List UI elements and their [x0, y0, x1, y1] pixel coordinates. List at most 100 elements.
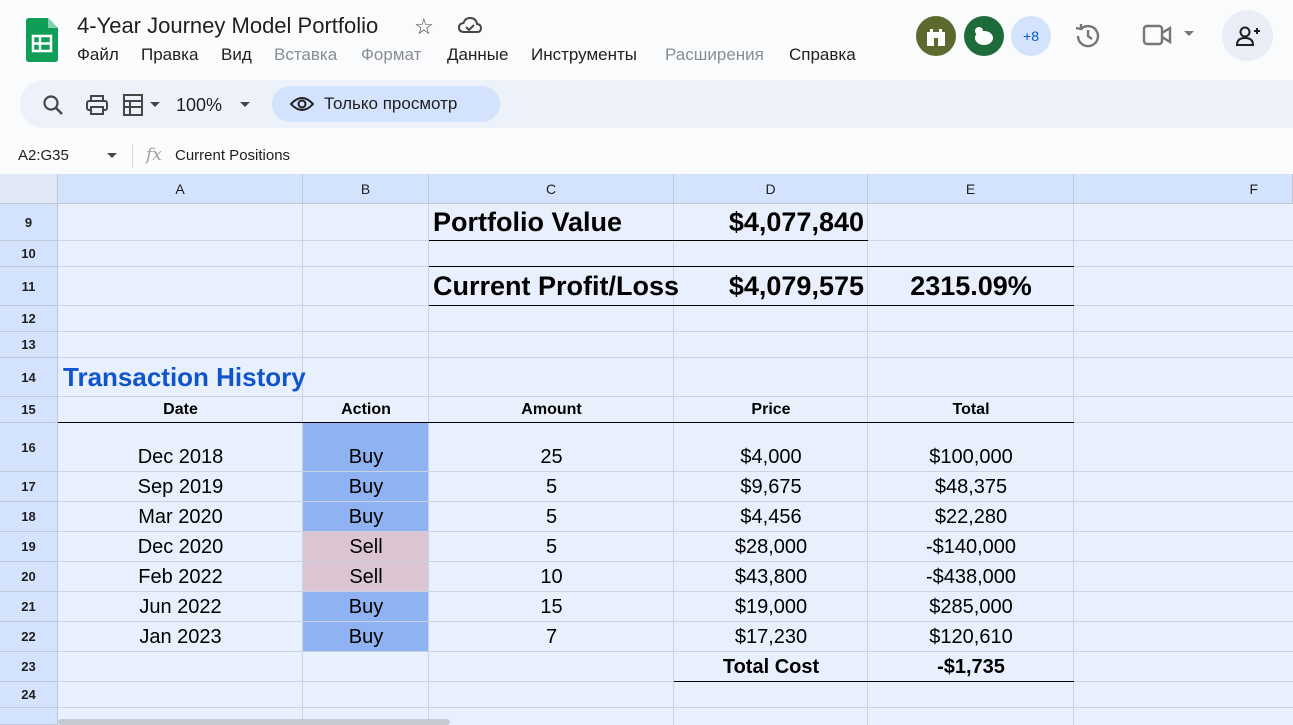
table-cell-price[interactable]: $4,000 [674, 442, 868, 472]
more-users-badge[interactable]: +8 [1011, 16, 1051, 56]
table-cell-date[interactable]: Feb 2022 [58, 562, 303, 592]
view-only-button[interactable]: Только просмотр [272, 86, 500, 122]
column-header-b[interactable]: B [303, 174, 429, 204]
row-header[interactable]: 23 [0, 652, 58, 682]
row-header[interactable]: 22 [0, 622, 58, 652]
document-title[interactable]: 4-Year Journey Model Portfolio [77, 13, 378, 39]
portfolio-value[interactable]: $4,077,840 [674, 204, 864, 241]
total-cost-value[interactable]: -$1,735 [868, 652, 1074, 682]
menu-extensions[interactable]: Расширения [665, 45, 764, 65]
menu-file[interactable]: Файл [77, 45, 119, 65]
share-button[interactable] [1222, 10, 1273, 61]
row-header[interactable] [0, 708, 58, 725]
table-cell-action[interactable]: Buy [303, 502, 429, 532]
menu-edit[interactable]: Правка [141, 45, 198, 65]
print-icon[interactable] [85, 94, 109, 116]
cloud-saved-icon[interactable] [457, 15, 483, 37]
table-cell-amount[interactable]: 10 [429, 562, 674, 592]
transaction-history-title[interactable]: Transaction History [63, 358, 306, 397]
horizontal-scrollbar[interactable] [58, 719, 450, 725]
menu-tools[interactable]: Инструменты [531, 45, 637, 65]
table-cell-action[interactable]: Buy [303, 592, 429, 622]
row-header[interactable]: 19 [0, 532, 58, 562]
history-icon[interactable] [1072, 20, 1104, 52]
table-cell-price[interactable]: $28,000 [674, 532, 868, 562]
table-cell-total[interactable]: -$438,000 [868, 562, 1074, 592]
table-cell-action[interactable]: Buy [303, 472, 429, 502]
table-cell-date[interactable]: Jun 2022 [58, 592, 303, 622]
row-header[interactable]: 13 [0, 332, 58, 358]
row-header[interactable]: 16 [0, 423, 58, 472]
table-cell-price[interactable]: $19,000 [674, 592, 868, 622]
avatar[interactable] [964, 16, 1004, 56]
table-cell-date[interactable]: Mar 2020 [58, 502, 303, 532]
portfolio-value-label[interactable]: Portfolio Value [433, 204, 622, 241]
table-cell-price[interactable]: $17,230 [674, 622, 868, 652]
header-action[interactable]: Action [303, 397, 429, 423]
column-header-d[interactable]: D [674, 174, 868, 204]
video-camera-icon[interactable] [1142, 22, 1172, 48]
table-cell-price[interactable]: $9,675 [674, 472, 868, 502]
table-cell-amount[interactable]: 15 [429, 592, 674, 622]
table-cell-date[interactable]: Dec 2018 [58, 442, 303, 472]
profit-loss-percent[interactable]: 2315.09% [868, 267, 1074, 306]
table-cell-amount[interactable]: 5 [429, 502, 674, 532]
profit-loss-value[interactable]: $4,079,575 [674, 267, 864, 306]
row-header[interactable]: 14 [0, 358, 58, 397]
table-cell-total[interactable]: $285,000 [868, 592, 1074, 622]
header-amount[interactable]: Amount [429, 397, 674, 423]
row-header[interactable]: 10 [0, 241, 58, 267]
name-box[interactable]: A2:G35 [18, 147, 69, 164]
row-header[interactable]: 20 [0, 562, 58, 592]
header-date[interactable]: Date [58, 397, 303, 423]
menu-format[interactable]: Формат [361, 45, 421, 65]
sheets-logo-icon[interactable] [26, 18, 58, 62]
table-cell-action[interactable]: Buy [303, 622, 429, 652]
table-cell-total[interactable]: $48,375 [868, 472, 1074, 502]
row-header[interactable]: 12 [0, 306, 58, 332]
header-price[interactable]: Price [674, 397, 868, 423]
format-table-icon[interactable] [122, 93, 146, 117]
table-cell-amount[interactable]: 5 [429, 472, 674, 502]
chevron-down-icon[interactable] [1183, 30, 1195, 38]
search-icon[interactable] [42, 94, 64, 116]
row-header[interactable]: 24 [0, 682, 58, 708]
table-cell-total[interactable]: -$140,000 [868, 532, 1074, 562]
table-cell-total[interactable]: $100,000 [868, 442, 1074, 472]
row-header[interactable]: 17 [0, 472, 58, 502]
row-header[interactable]: 15 [0, 397, 58, 423]
menu-help[interactable]: Справка [789, 45, 856, 65]
table-cell-date[interactable]: Dec 2020 [58, 532, 303, 562]
table-cell-price[interactable]: $43,800 [674, 562, 868, 592]
table-cell-date[interactable]: Jan 2023 [58, 622, 303, 652]
table-cell-amount[interactable]: 7 [429, 622, 674, 652]
chevron-down-icon[interactable] [106, 152, 118, 160]
column-header-e[interactable]: E [868, 174, 1074, 204]
table-cell-price[interactable]: $4,456 [674, 502, 868, 532]
avatar[interactable] [916, 16, 956, 56]
table-cell-action[interactable]: Sell [303, 562, 429, 592]
column-header-a[interactable]: A [58, 174, 303, 204]
table-cell-total[interactable]: $22,280 [868, 502, 1074, 532]
zoom-level[interactable]: 100% [176, 95, 222, 116]
star-icon[interactable]: ☆ [414, 14, 434, 40]
table-cell-action[interactable]: Buy [303, 442, 429, 472]
table-cell-action[interactable]: Sell [303, 532, 429, 562]
table-cell-total[interactable]: $120,610 [868, 622, 1074, 652]
menu-data[interactable]: Данные [447, 45, 508, 65]
row-header[interactable]: 21 [0, 592, 58, 622]
row-header[interactable]: 9 [0, 204, 58, 241]
table-cell-amount[interactable]: 5 [429, 532, 674, 562]
column-header-c[interactable]: C [429, 174, 674, 204]
profit-loss-label[interactable]: Current Profit/Loss [433, 267, 679, 306]
chevron-down-icon[interactable] [149, 101, 161, 109]
row-header[interactable]: 11 [0, 267, 58, 306]
column-header-f[interactable]: F [1074, 174, 1293, 204]
total-cost-label[interactable]: Total Cost [674, 652, 868, 682]
formula-input[interactable]: Current Positions [175, 147, 290, 164]
header-total[interactable]: Total [868, 397, 1074, 423]
menu-view[interactable]: Вид [221, 45, 252, 65]
select-all-corner[interactable] [0, 174, 58, 204]
table-cell-date[interactable]: Sep 2019 [58, 472, 303, 502]
menu-insert[interactable]: Вставка [274, 45, 337, 65]
